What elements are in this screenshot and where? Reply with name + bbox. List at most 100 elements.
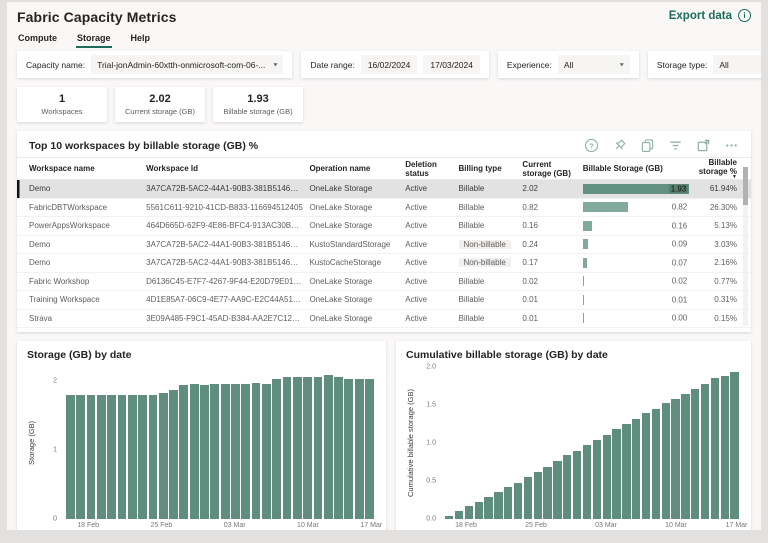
tab-help[interactable]: Help (130, 30, 152, 48)
chart-bar[interactable] (282, 377, 292, 519)
date-range-label: Date range: (310, 59, 355, 70)
scrollbar-thumb[interactable] (743, 167, 748, 205)
column-header[interactable]: Operation name (309, 164, 405, 173)
experience-dropdown[interactable]: All ▾ (557, 55, 630, 74)
chart-bar[interactable] (681, 393, 690, 519)
chart-bar[interactable] (572, 450, 582, 519)
chart-bar[interactable] (107, 394, 117, 519)
chart-bar[interactable] (169, 389, 178, 519)
table-row[interactable]: Demo 3A7CA72B-5AC2-44A1-90B3-381B5146E30A… (17, 254, 751, 273)
date-from-input[interactable]: 16/02/2024 (360, 55, 418, 74)
table-row[interactable]: PowerAppsWorkspace 464D665D-62F9-4E86-BFC… (17, 217, 751, 236)
chart-bar[interactable] (66, 394, 75, 519)
chart-bar[interactable] (261, 383, 271, 519)
table-scrollbar[interactable] (743, 167, 748, 326)
table-row[interactable]: Training Workspace 4D1E85A7-06C9-4E77-AA9… (17, 291, 751, 310)
chart-bar[interactable] (313, 376, 323, 519)
help-icon[interactable]: ? (584, 138, 599, 153)
table-row[interactable]: Demo 3A7CA72B-5AC2-44A1-90B3-381B5146E30A… (17, 236, 751, 254)
chart-bar[interactable] (127, 394, 137, 519)
chart-bar[interactable] (553, 461, 562, 519)
chart-bar[interactable] (220, 383, 230, 519)
more-options-icon[interactable] (724, 138, 739, 153)
capacity-name-dropdown[interactable]: Trial-jonAdmin-60xtth-onmicrosoft-com-06… (91, 55, 284, 74)
chart-bar[interactable] (582, 445, 592, 519)
chart-bar[interactable] (700, 383, 710, 519)
chart-bar[interactable] (272, 379, 282, 519)
export-data-button[interactable]: Export data i (669, 9, 751, 22)
chart-bar[interactable] (474, 501, 483, 519)
chart-bar[interactable] (632, 418, 641, 519)
column-header[interactable]: Workspace name (29, 164, 146, 173)
chart-bar[interactable] (138, 394, 147, 519)
chart-bar[interactable] (241, 384, 251, 519)
chart-bar[interactable] (303, 377, 312, 519)
chart-bar[interactable] (504, 487, 513, 519)
chart-bar[interactable] (365, 379, 374, 519)
chart-bar[interactable] (484, 496, 493, 519)
chart-bar[interactable] (651, 408, 661, 519)
chart-bar[interactable] (494, 491, 503, 519)
column-header[interactable]: Workspace Id (146, 164, 309, 173)
fabric-capacity-metrics-app: Fabric Capacity Metrics Export data i Co… (7, 2, 761, 530)
chart-bar[interactable] (323, 374, 333, 519)
chart-bar[interactable] (251, 382, 261, 519)
chart-bar[interactable] (641, 413, 651, 519)
chart-bar[interactable] (602, 434, 611, 519)
chart-bar[interactable] (179, 384, 189, 519)
kpi-value: 1.93 (247, 93, 269, 105)
chart-bar[interactable] (210, 384, 220, 519)
chart-bar[interactable] (148, 394, 158, 519)
info-icon[interactable]: i (738, 9, 751, 22)
table-row[interactable]: Strava 3E09A485-F9C1-45AD-B384-AA2E7C12C8… (17, 310, 751, 328)
tab-storage[interactable]: Storage (76, 30, 112, 48)
chart-bar[interactable] (354, 379, 364, 519)
chart-bar[interactable] (464, 506, 474, 519)
chart-bar[interactable] (523, 477, 533, 519)
column-header[interactable]: Deletion status (405, 160, 458, 178)
column-header[interactable]: Billable Storage (GB) (583, 164, 690, 173)
chart-bar[interactable] (231, 383, 240, 519)
chart-bar[interactable] (563, 455, 572, 519)
chart-bar[interactable] (671, 398, 680, 519)
chart-bar[interactable] (76, 394, 86, 519)
chart-bar[interactable] (158, 393, 168, 519)
chart-bar[interactable] (200, 384, 209, 519)
chart-bar[interactable] (720, 376, 729, 519)
chart-bar[interactable] (543, 467, 552, 519)
chart-bar[interactable] (612, 429, 621, 519)
chart-bar[interactable] (86, 394, 96, 519)
visual-toolbar: ? (584, 138, 739, 153)
pin-icon[interactable] (612, 138, 627, 153)
chart-bar[interactable] (691, 389, 700, 519)
chart-bar[interactable] (117, 394, 127, 519)
chart-bar[interactable] (710, 378, 720, 519)
table-row[interactable]: FabricDBTWorkspace 5561C611-9210-41CD-B83… (17, 199, 751, 217)
chart-bar[interactable] (533, 471, 542, 519)
plot-area (441, 367, 741, 519)
focus-mode-icon[interactable] (696, 138, 711, 153)
chart-bar[interactable] (344, 379, 354, 519)
column-header[interactable]: Current storage (GB) (522, 160, 582, 178)
storage-type-dropdown[interactable]: All ▾ (713, 55, 761, 74)
chart-bar[interactable] (454, 511, 464, 519)
x-axis: 18 Feb 25 Feb 03 Mar 10 Mar 17 Mar (441, 519, 747, 530)
chart-bar[interactable] (730, 372, 739, 519)
table-row[interactable]: Demo 3A7CA72B-5AC2-44A1-90B3-381B5146E30A… (17, 180, 751, 199)
chart-bar[interactable] (661, 403, 670, 519)
chart-bar[interactable] (292, 376, 302, 519)
date-to-input[interactable]: 17/03/2024 (423, 55, 480, 74)
table-row[interactable]: Fabric Workshop D6136C45-E7F7-4267-9F44-E… (17, 273, 751, 291)
chart-bar[interactable] (622, 424, 631, 519)
chart-bar[interactable] (592, 439, 601, 519)
chart-bar[interactable] (513, 482, 523, 519)
column-header[interactable]: Billable storage % ▼ (689, 158, 739, 180)
chart-bar[interactable] (96, 394, 106, 519)
copy-icon[interactable] (640, 138, 655, 153)
column-header[interactable]: Billing type (459, 164, 523, 173)
chart-bar[interactable] (189, 384, 199, 519)
filter-icon[interactable] (668, 138, 683, 153)
tab-compute[interactable]: Compute (17, 30, 58, 48)
chart-bar[interactable] (334, 376, 343, 519)
kpi-label: Billable storage (GB) (223, 107, 293, 116)
